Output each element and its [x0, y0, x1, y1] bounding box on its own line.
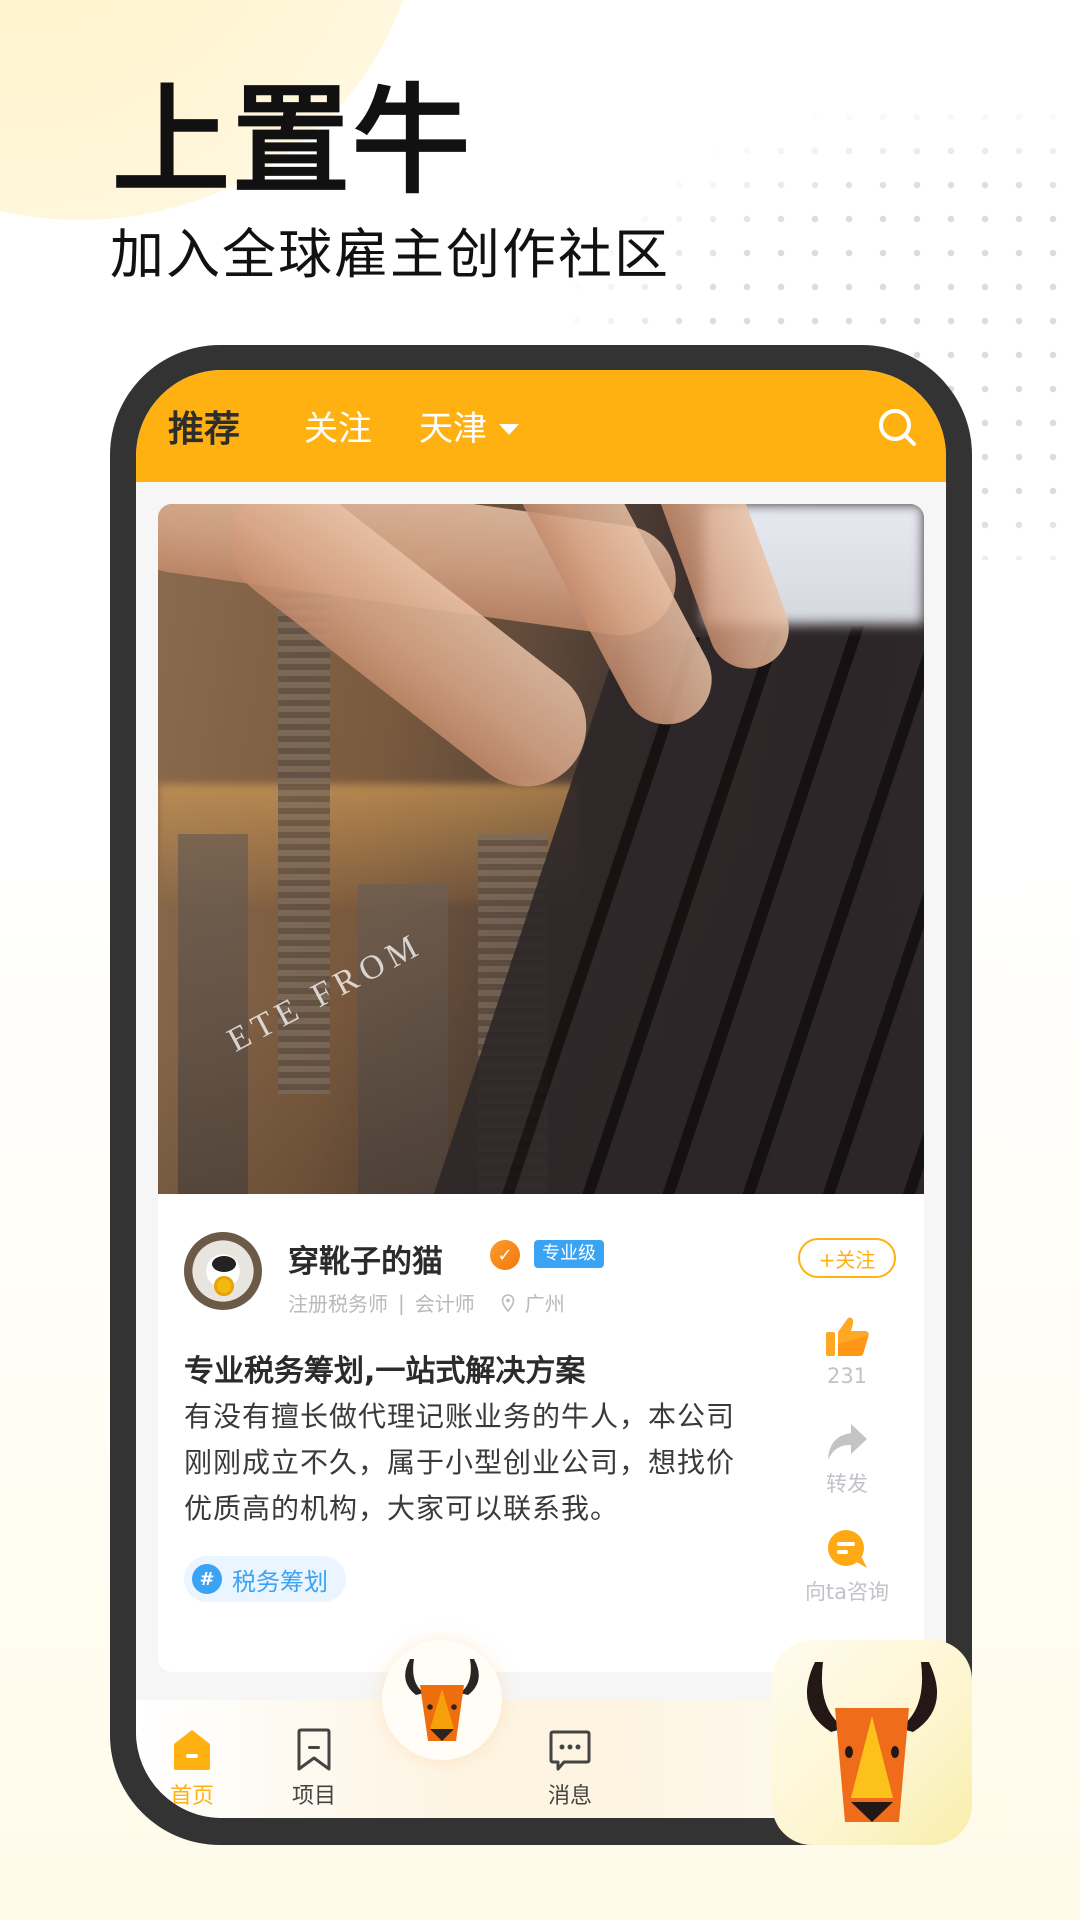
- author-meta: 注册税务师 | 会计师 广州: [288, 1288, 565, 1317]
- nav-label: 项目: [291, 1784, 336, 1809]
- center-publish-button[interactable]: [382, 1640, 502, 1760]
- author-title: 注册税务师: [288, 1292, 388, 1316]
- post-title[interactable]: 专业税务筹划,一站式解决方案: [184, 1346, 585, 1390]
- level-badge: 专业级: [534, 1240, 604, 1268]
- message-icon: [549, 1730, 591, 1771]
- ask-button[interactable]: 向ta咨询: [798, 1528, 896, 1606]
- follow-button[interactable]: +关注: [798, 1238, 896, 1278]
- bull-logo-icon: [405, 1659, 479, 1741]
- city-selector[interactable]: 天津: [419, 412, 519, 446]
- hero-subtitle: 加入全球雇主创作社区: [110, 223, 670, 286]
- nav-messages[interactable]: 消息: [530, 1728, 610, 1810]
- bull-logo-icon: [806, 1661, 938, 1822]
- nav-home[interactable]: 首页: [152, 1728, 232, 1810]
- share-label: 转发: [826, 1472, 868, 1496]
- ask-label: 向ta咨询: [804, 1580, 890, 1604]
- home-icon: [174, 1730, 210, 1770]
- topic-tag[interactable]: # 税务筹划: [184, 1556, 346, 1602]
- author-location: 广州: [524, 1292, 565, 1316]
- chat-bubble-icon: [828, 1530, 867, 1568]
- app-icon: [772, 1640, 972, 1845]
- meta-separator: |: [398, 1290, 405, 1315]
- tag-label: 税务筹划: [232, 1567, 328, 1596]
- bookmark-icon: [297, 1728, 331, 1771]
- avatar-flower: [214, 1276, 234, 1296]
- share-button[interactable]: 转发: [798, 1422, 896, 1498]
- hero-title: 上置牛: [112, 72, 473, 210]
- post-image[interactable]: ETE FROM: [158, 504, 924, 1194]
- thumbs-up-icon: [826, 1317, 869, 1356]
- share-arrow-icon: [828, 1424, 867, 1460]
- avatar-nose: [212, 1256, 236, 1272]
- hash-icon: #: [192, 1564, 222, 1594]
- nav-label: 消息: [547, 1784, 592, 1809]
- app-screen: 推荐 关注 天津 ETE FROM 穿靴子的猫 ✓ 专业级 注册税务师 | 会计…: [136, 370, 946, 1818]
- search-icon[interactable]: [876, 406, 920, 450]
- city-label: 天津: [419, 409, 487, 449]
- building: [178, 834, 248, 1194]
- tab-following[interactable]: 关注: [304, 412, 372, 446]
- author-row: 穿靴子的猫 ✓ 专业级 注册税务师 | 会计师 广州: [184, 1232, 744, 1322]
- caret-down-icon: [499, 423, 519, 435]
- avatar[interactable]: [184, 1232, 262, 1310]
- author-name[interactable]: 穿靴子的猫: [288, 1236, 443, 1281]
- location-pin-icon: [501, 1293, 515, 1312]
- tab-recommend[interactable]: 推荐: [168, 412, 240, 448]
- nav-label: 首页: [169, 1784, 214, 1809]
- author-title-2: 会计师: [414, 1292, 475, 1316]
- post-body: 有没有擅长做代理记账业务的牛人，本公司刚刚成立不久，属于小型创业公司，想找价优质…: [184, 1400, 736, 1525]
- nav-projects[interactable]: 项目: [274, 1728, 354, 1810]
- top-bar: 推荐 关注 天津: [136, 370, 946, 482]
- post-card[interactable]: ETE FROM 穿靴子的猫 ✓ 专业级 注册税务师 | 会计师 广州 +关注: [158, 504, 924, 1672]
- like-button[interactable]: 231: [798, 1316, 896, 1388]
- verified-user-icon: ✓: [490, 1240, 520, 1270]
- like-count: 231: [826, 1364, 868, 1388]
